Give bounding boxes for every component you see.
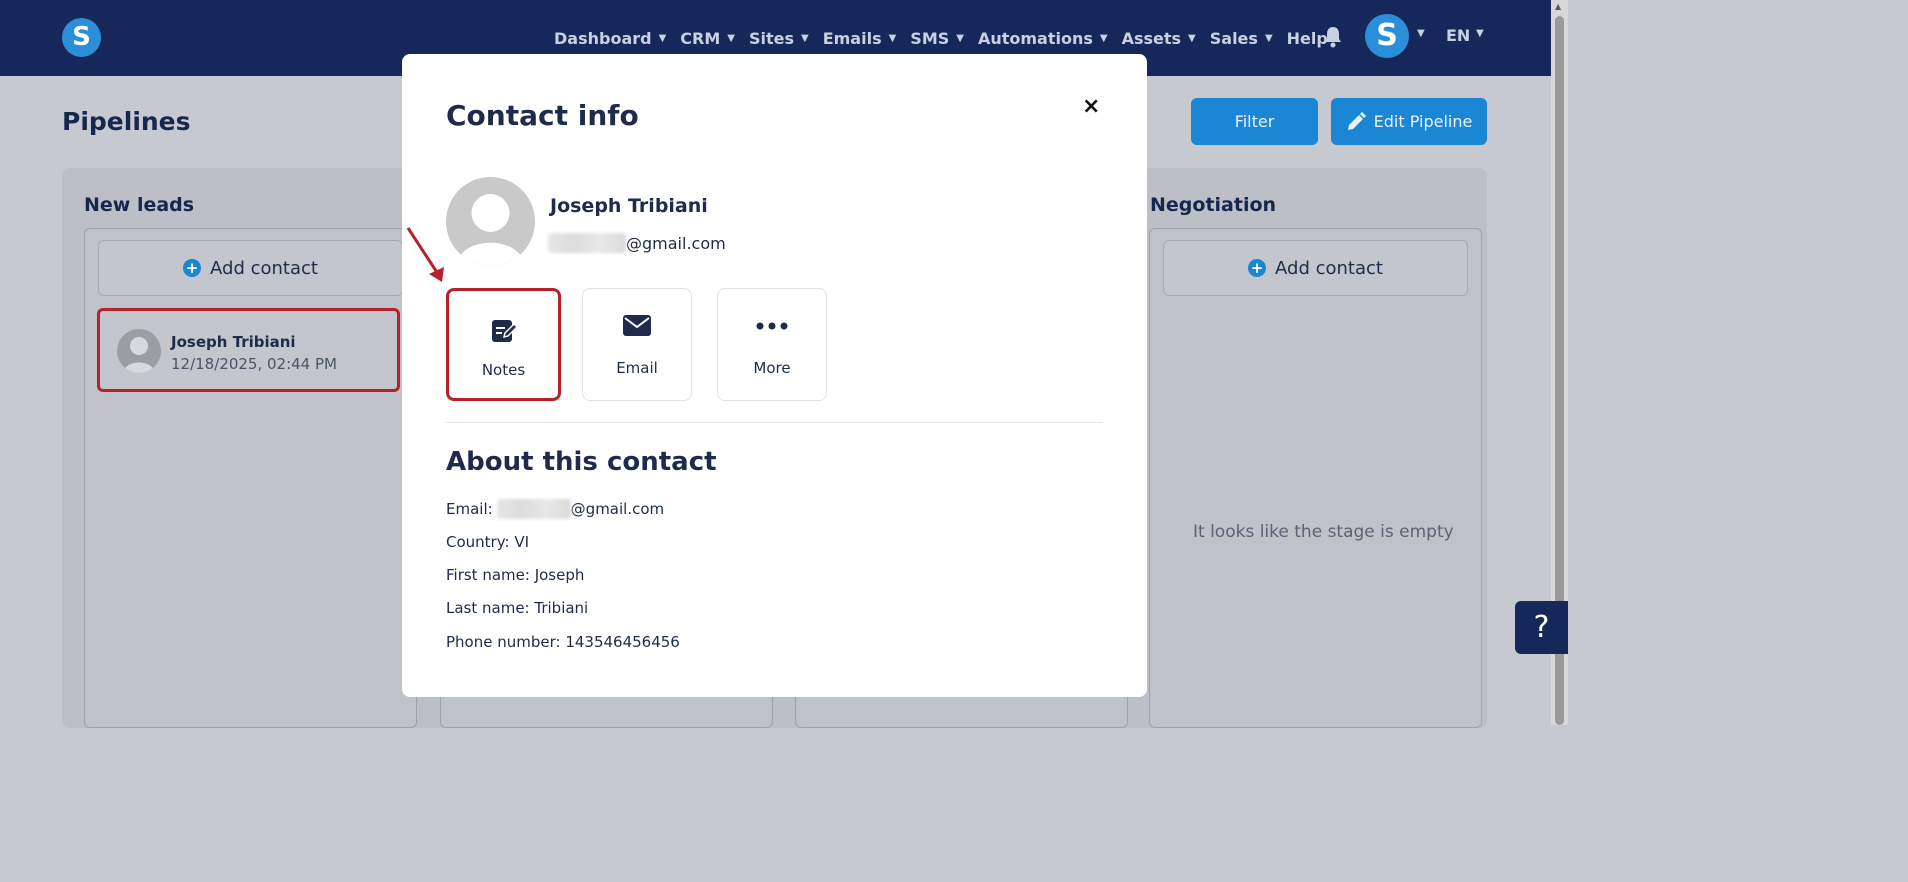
lead-date: 12/18/2025, 02:44 PM [171,355,337,373]
about-title: About this contact [446,447,717,477]
nav-item-label: Emails [822,28,882,48]
add-contact-label: Add contact [1275,257,1383,279]
nav-item-label: Assets [1121,28,1182,48]
contact-info-modal: Contact info × Joseph Tribiani @gmail.co… [402,54,1147,697]
chevron-down-icon: ▼ [727,32,735,44]
annotation-arrow-icon [406,227,444,282]
lead-card[interactable]: Joseph Tribiani 12/18/2025, 02:44 PM [97,308,400,392]
nav-item-label: Help [1286,28,1328,48]
nav-item-label: SMS [910,28,950,48]
chevron-down-icon[interactable]: ▼ [1417,28,1425,39]
lead-name: Joseph Tribiani [171,333,296,351]
stage-column-negotiation [1149,228,1482,728]
nav-item-crm[interactable]: CRM ▼ [680,29,735,48]
detail-phone: Phone number: 143546456456 [446,633,680,651]
email-label: Email [616,359,658,377]
brand-logo[interactable]: S [62,18,101,57]
chevron-down-icon: ▼ [658,32,667,44]
notes-label: Notes [481,361,526,379]
notes-icon [449,317,558,345]
notes-button[interactable]: Notes [446,288,561,401]
edit-pipeline-label: Edit Pipeline [1373,112,1473,131]
envelope-icon [583,315,691,337]
nav-item-sales[interactable]: Sales ▼ [1210,29,1273,48]
nav-item-sms[interactable]: SMS ▼ [910,29,964,48]
avatar [117,329,161,373]
email-button[interactable]: Email [582,288,692,401]
redacted-text [548,233,626,253]
detail-country: Country: VI [446,533,530,551]
chevron-down-icon: ▼ [1264,32,1273,44]
edit-pipeline-button[interactable]: Edit Pipeline [1331,98,1487,145]
filter-button[interactable]: Filter [1191,98,1318,145]
bell-icon[interactable] [1323,26,1343,48]
nav-item-label: Automations [977,28,1093,48]
user-avatar[interactable]: S [1365,14,1409,58]
stage-column-new-leads [84,228,417,728]
chevron-down-icon[interactable]: ▼ [1476,28,1484,39]
modal-title: Contact info [446,99,639,132]
chevron-down-icon: ▼ [801,32,809,44]
scroll-up-arrow-icon[interactable]: ▲ [1555,2,1561,11]
redacted-text [496,499,571,519]
help-button[interactable]: ? [1515,601,1568,654]
plus-circle-icon: + [183,259,202,277]
detail-first-name: First name: Joseph [446,566,585,584]
plus-circle-icon: + [1248,259,1267,277]
add-contact-button[interactable]: + Add contact [1163,240,1468,296]
contact-email-domain: @gmail.com [626,233,726,253]
add-contact-label: Add contact [210,257,318,279]
chevron-down-icon: ▼ [1099,32,1108,44]
divider [446,422,1103,423]
page-title: Pipelines [62,107,191,136]
more-button[interactable]: More [717,288,827,401]
chevron-down-icon: ▼ [1188,32,1196,44]
nav-item-help[interactable]: Help [1287,29,1328,48]
nav-item-label: CRM [680,28,721,48]
chevron-down-icon: ▼ [888,32,897,44]
nav-item-assets[interactable]: Assets ▼ [1122,29,1196,48]
nav-item-dashboard[interactable]: Dashboard ▼ [554,29,666,48]
detail-email-label: Email: [446,500,493,518]
nav-item-label: Dashboard [554,28,652,48]
nav-item-label: Sites [748,28,794,48]
empty-stage-message: It looks like the stage is empty [1193,522,1454,542]
more-dots-icon [718,315,826,337]
contact-name: Joseph Tribiani [550,195,708,217]
detail-email: Email: @gmail.com [446,499,664,519]
contact-email: @gmail.com [548,233,726,253]
nav-item-emails[interactable]: Emails ▼ [823,29,897,48]
stage-title-new-leads: New leads [84,194,195,216]
nav-item-label: Sales [1209,28,1258,48]
more-label: More [753,359,791,377]
chevron-down-icon: ▼ [956,32,964,44]
stage-title-negotiation: Negotiation [1150,194,1277,216]
nav-item-sites[interactable]: Sites ▼ [749,29,809,48]
detail-email-domain: @gmail.com [570,500,665,518]
nav-item-automations[interactable]: Automations ▼ [978,29,1108,48]
close-icon[interactable]: × [1082,94,1100,119]
pencil-icon [1347,111,1366,130]
add-contact-button[interactable]: + Add contact [98,240,403,296]
language-selector[interactable]: EN [1446,26,1470,45]
detail-last-name: Last name: Tribiani [446,599,589,617]
avatar [446,177,535,266]
